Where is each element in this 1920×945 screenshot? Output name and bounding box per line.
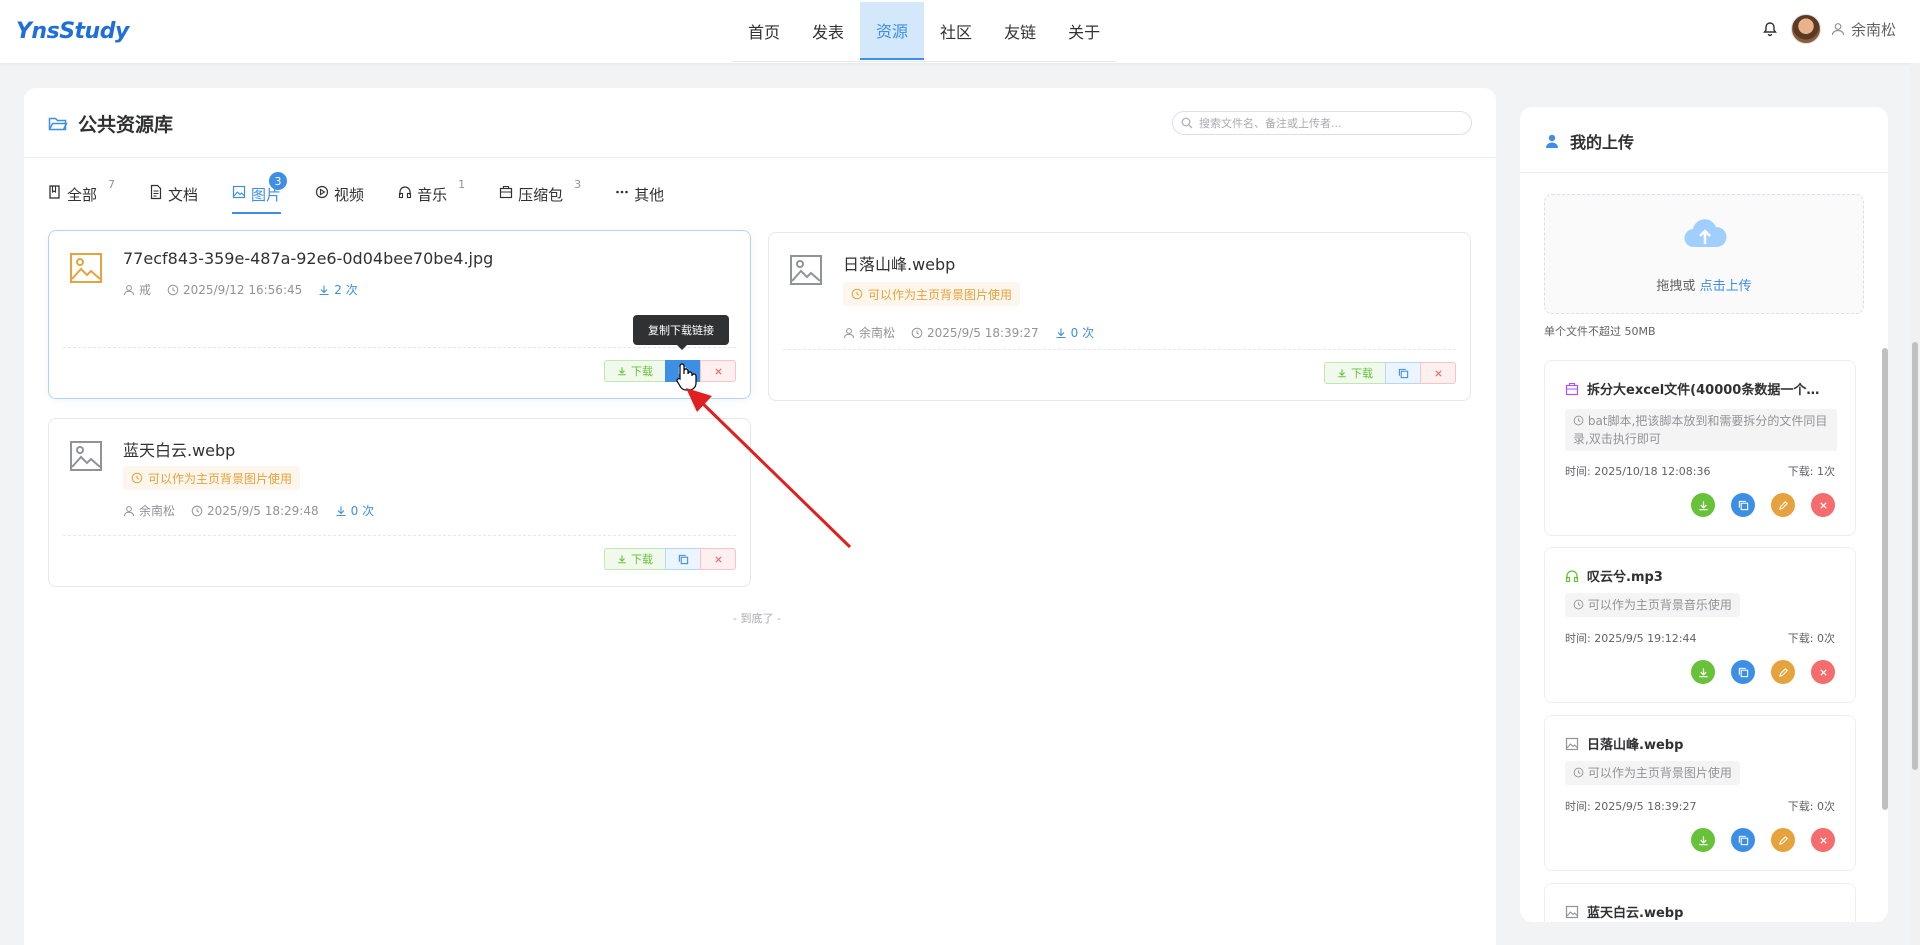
- download-button[interactable]: [1691, 493, 1715, 517]
- upload-item-actions: [1691, 828, 1835, 852]
- upload-item-note: 可以作为主页背景图片使用: [1565, 761, 1740, 785]
- upload-item: 拆分大excel文件(40000条数据一个… bat脚本,把该脚本放到和需要拆分…: [1544, 360, 1856, 536]
- copy-link-button[interactable]: [1731, 828, 1755, 852]
- download-button[interactable]: [1691, 828, 1715, 852]
- delete-button[interactable]: [1811, 828, 1835, 852]
- upload-item: 日落山峰.webp 可以作为主页背景图片使用 时间: 2025/9/5 18:3…: [1544, 715, 1856, 871]
- headphones-icon: [1565, 569, 1579, 583]
- upload-item-note: 可以作为主页背景音乐使用: [1565, 593, 1740, 617]
- upload-size-limit: 单个文件不超过 50MB: [1544, 325, 1656, 338]
- user-icon: [1544, 133, 1560, 149]
- cloud-upload-icon: [1683, 217, 1727, 251]
- edit-button[interactable]: [1771, 660, 1795, 684]
- upload-item-info: 时间: 2025/9/5 18:39:27 下载: 0次: [1565, 800, 1835, 813]
- delete-button[interactable]: [1811, 660, 1835, 684]
- upload-item: 叹云兮.mp3 可以作为主页背景音乐使用 时间: 2025/9/5 19:12:…: [1544, 547, 1856, 703]
- upload-dropzone[interactable]: 拖拽或 点击上传: [1544, 194, 1864, 314]
- my-uploads-title: 我的上传: [1544, 129, 1634, 153]
- upload-item-info: 时间: 2025/10/18 12:08:36 下载: 1次: [1565, 465, 1835, 478]
- upload-item-info: 时间: 2025/9/5 19:12:44 下载: 0次: [1565, 632, 1835, 645]
- upload-item-name: 叹云兮.mp3: [1565, 566, 1835, 585]
- image-icon: [1565, 905, 1579, 919]
- red-arrow-annotation: [686, 388, 852, 549]
- upload-item-actions: [1691, 493, 1835, 517]
- pointer-cursor-icon: [676, 363, 697, 391]
- end-of-list: - 到底了 -: [733, 612, 781, 625]
- copy-link-button[interactable]: [1731, 493, 1755, 517]
- image-icon: [1565, 737, 1579, 751]
- click-upload-link[interactable]: 点击上传: [1700, 279, 1752, 294]
- page-scrollbar-thumb[interactable]: [1912, 342, 1918, 770]
- upload-item-name: 蓝天白云.webp: [1565, 902, 1835, 921]
- side-panel-scrollbar[interactable]: [1882, 348, 1888, 810]
- info-icon: [1573, 415, 1584, 426]
- upload-item: 蓝天白云.webp: [1544, 883, 1856, 922]
- upload-item-name: 日落山峰.webp: [1565, 734, 1835, 753]
- edit-button[interactable]: [1771, 828, 1795, 852]
- upload-instructions: 拖拽或 点击上传: [1656, 279, 1752, 294]
- upload-item-name: 拆分大excel文件(40000条数据一个…: [1565, 379, 1835, 398]
- upload-item-actions: [1691, 660, 1835, 684]
- package-icon: [1565, 382, 1579, 396]
- info-icon: [1573, 599, 1584, 610]
- edit-button[interactable]: [1771, 493, 1795, 517]
- copy-link-button[interactable]: [1731, 660, 1755, 684]
- info-icon: [1573, 767, 1584, 778]
- my-uploads-panel: 我的上传 拖拽或 点击上传 单个文件不超过 50MB 拆分大excel文件(40…: [1520, 107, 1888, 922]
- upload-item-note: bat脚本,把该脚本放到和需要拆分的文件同目录,双击执行即可: [1565, 409, 1837, 451]
- delete-button[interactable]: [1811, 493, 1835, 517]
- download-button[interactable]: [1691, 660, 1715, 684]
- my-uploads-header: 我的上传: [1520, 107, 1888, 173]
